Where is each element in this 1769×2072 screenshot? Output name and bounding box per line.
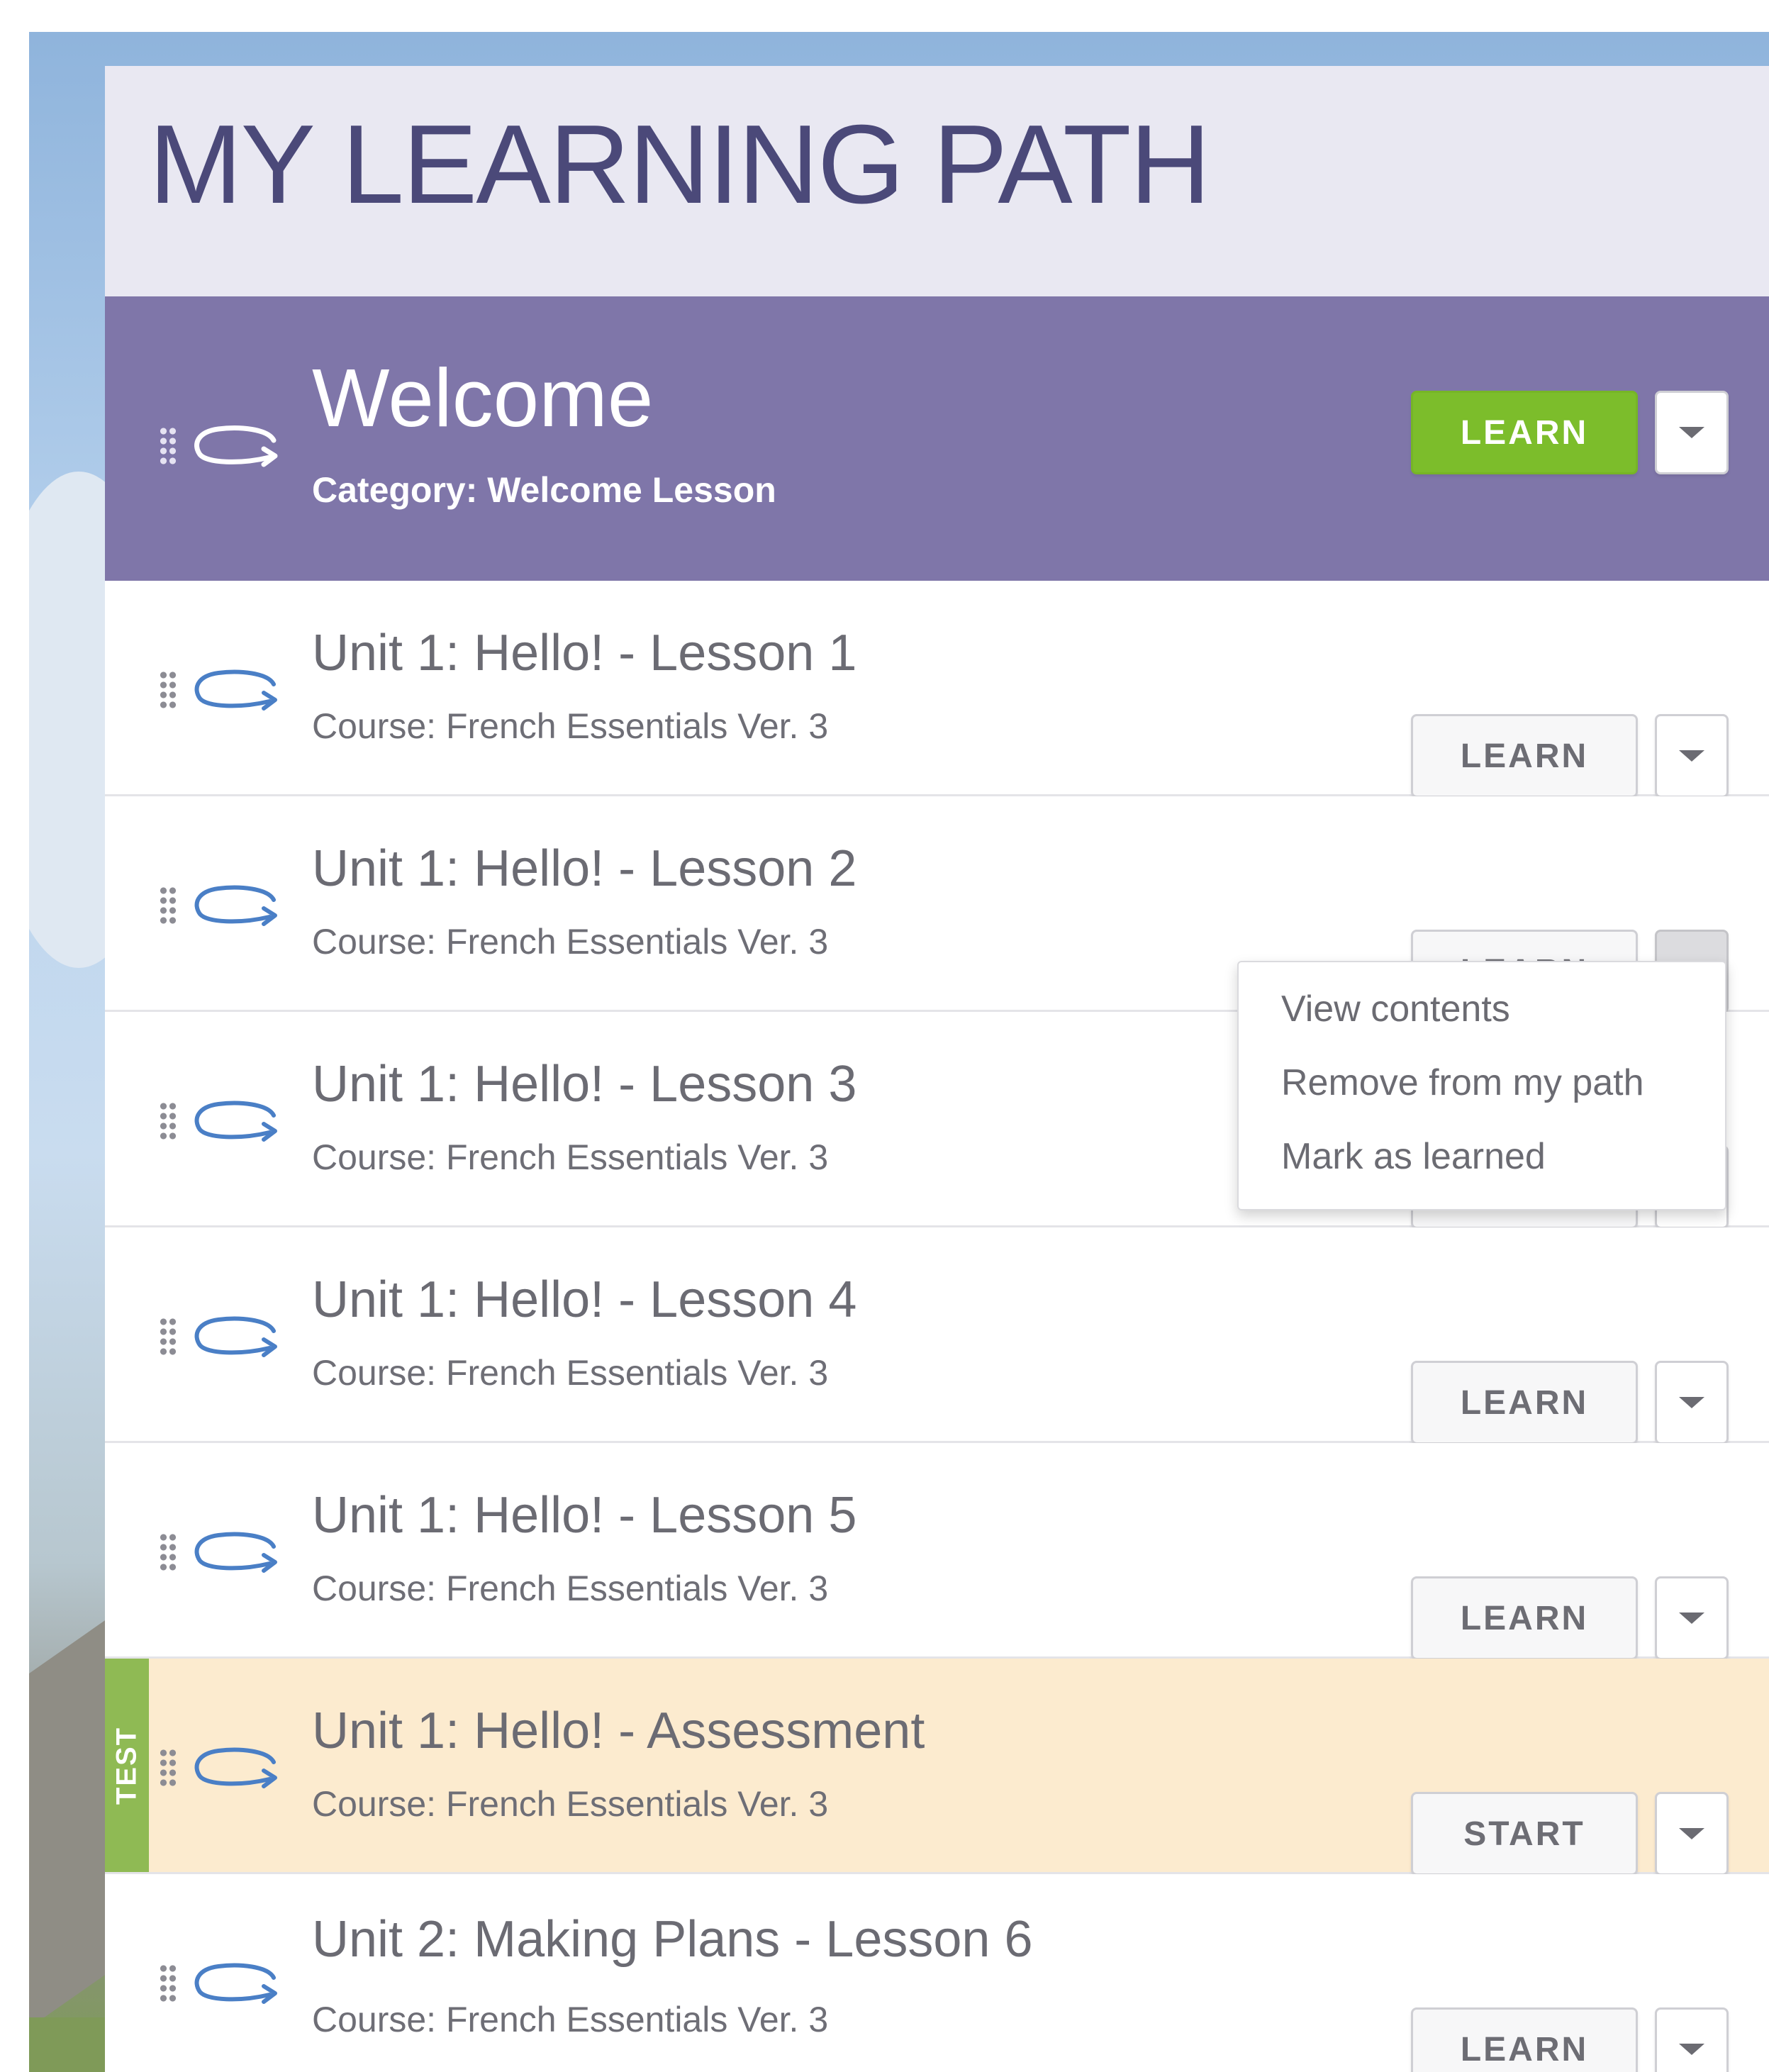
path-item-lesson-1: Unit 1: Hello! - Lesson 1 Course: French… (105, 581, 1769, 798)
path-item-welcome: Welcome Category: Welcome Lesson LEARN (105, 296, 1769, 581)
loop-icon (194, 1101, 277, 1142)
item-menu-toggle[interactable] (1655, 2007, 1729, 2072)
item-subtitle: Course: French Essentials Ver. 3 (312, 1569, 829, 1608)
item-title: Unit 1: Hello! - Assessment (312, 1703, 925, 1759)
learn-button[interactable]: LEARN (1411, 1361, 1638, 1444)
item-subtitle: Category: Welcome Lesson (312, 470, 776, 510)
path-item-lesson-4: Unit 1: Hello! - Lesson 4 Course: French… (105, 1227, 1769, 1444)
item-options-menu: View contents Remove from my path Mark a… (1237, 961, 1726, 1210)
page-header: MY LEARNING PATH (105, 66, 1769, 296)
drag-handle-icon[interactable] (159, 886, 177, 925)
item-title: Unit 1: Hello! - Lesson 4 (312, 1271, 857, 1328)
item-title: Unit 1: Hello! - Lesson 3 (312, 1056, 857, 1113)
item-subtitle: Course: French Essentials Ver. 3 (312, 1137, 829, 1177)
loop-icon (194, 1316, 277, 1357)
start-button[interactable]: START (1411, 1792, 1638, 1876)
menu-item-view-contents[interactable]: View contents (1281, 988, 1510, 1030)
loop-icon (194, 1747, 277, 1788)
menu-item-remove-from-path[interactable]: Remove from my path (1281, 1062, 1644, 1104)
chevron-down-icon (1679, 1828, 1704, 1839)
item-title: Unit 1: Hello! - Lesson 2 (312, 840, 857, 897)
item-title: Unit 1: Hello! - Lesson 1 (312, 625, 857, 681)
menu-item-mark-as-learned[interactable]: Mark as learned (1281, 1135, 1546, 1178)
drag-handle-icon[interactable] (159, 1964, 177, 2003)
learn-button[interactable]: LEARN (1411, 2007, 1638, 2072)
learn-button[interactable]: LEARN (1411, 1576, 1638, 1660)
item-subtitle: Course: French Essentials Ver. 3 (312, 922, 829, 962)
chevron-down-icon (1679, 2044, 1704, 2055)
item-menu-toggle[interactable] (1655, 1576, 1729, 1660)
loop-icon (194, 425, 278, 467)
chevron-down-icon (1679, 1613, 1704, 1624)
item-title: Unit 1: Hello! - Lesson 5 (312, 1487, 857, 1544)
learn-button[interactable]: LEARN (1411, 714, 1638, 798)
test-tag: TEST (105, 1659, 149, 1872)
drag-handle-icon[interactable] (159, 1317, 177, 1357)
test-tag-label: TEST (111, 1726, 143, 1805)
path-item-assessment: TEST Unit 1: Hello! - Assessment Course:… (105, 1659, 1769, 1876)
drag-handle-icon[interactable] (159, 670, 177, 710)
item-subtitle: Course: French Essentials Ver. 3 (312, 1784, 829, 1824)
page-title: MY LEARNING PATH (149, 102, 1211, 227)
loop-icon (194, 1963, 277, 2004)
item-subtitle: Course: French Essentials Ver. 3 (312, 2000, 829, 2039)
item-menu-toggle[interactable] (1655, 391, 1729, 474)
chevron-down-icon (1679, 427, 1704, 438)
background-grass (29, 2017, 114, 2072)
chevron-down-icon (1679, 750, 1704, 762)
drag-handle-icon[interactable] (159, 1532, 177, 1572)
item-menu-toggle[interactable] (1655, 714, 1729, 798)
learn-button[interactable]: LEARN (1411, 391, 1638, 474)
learning-path-panel: MY LEARNING PATH Welcome Category: Welco… (105, 66, 1769, 2072)
drag-handle-icon[interactable] (159, 426, 177, 466)
chevron-down-icon (1679, 1397, 1704, 1408)
loop-icon (194, 885, 277, 926)
item-menu-toggle[interactable] (1655, 1792, 1729, 1876)
item-title: Unit 2: Making Plans - Lesson 6 (312, 1911, 1033, 1968)
path-item-lesson-6: Unit 2: Making Plans - Lesson 6 Course: … (105, 1874, 1769, 2072)
item-title: Welcome (312, 352, 654, 444)
item-subtitle: Course: French Essentials Ver. 3 (312, 1353, 829, 1393)
loop-icon (194, 1532, 277, 1573)
item-subtitle: Course: French Essentials Ver. 3 (312, 706, 829, 746)
item-menu-toggle[interactable] (1655, 1361, 1729, 1444)
loop-icon (194, 669, 277, 711)
path-item-lesson-5: Unit 1: Hello! - Lesson 5 Course: French… (105, 1443, 1769, 1660)
drag-handle-icon[interactable] (159, 1101, 177, 1141)
drag-handle-icon[interactable] (159, 1748, 177, 1788)
